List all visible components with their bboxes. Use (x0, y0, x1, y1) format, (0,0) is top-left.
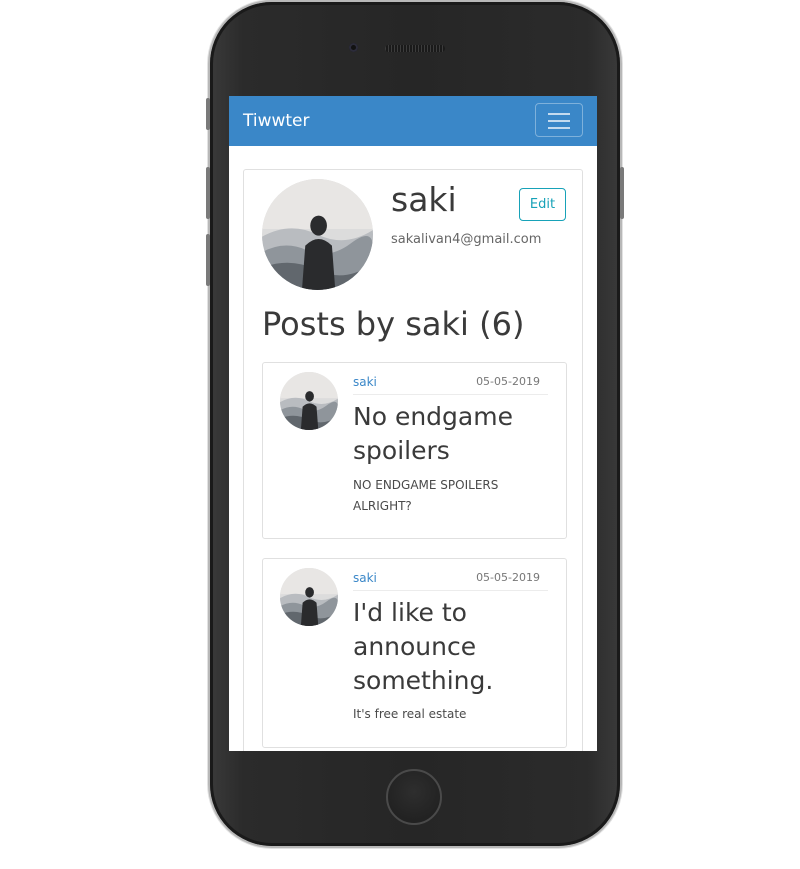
camera-icon (349, 43, 358, 52)
brand-link[interactable]: Tiwwter (243, 111, 310, 131)
profile-card: saki sakalivan4@gmail.com Edit Posts by … (243, 169, 583, 751)
post-meta: saki 05-05-2019 (353, 568, 548, 591)
edit-profile-button[interactable]: Edit (519, 188, 566, 221)
post-title: No endgame spoilers (353, 402, 513, 465)
navbar: Tiwwter (229, 96, 597, 146)
profile-username: saki (391, 180, 457, 219)
posts-heading: Posts by saki (6) (262, 305, 525, 343)
silent-switch (206, 98, 210, 130)
post-body: It's free real estate (353, 707, 467, 721)
post-card: saki 05-05-2019 I'd like to announce som… (262, 558, 567, 748)
volume-down-button (206, 234, 210, 286)
home-button[interactable] (386, 769, 442, 825)
navbar-toggler-button[interactable] (535, 103, 583, 137)
hamburger-menu-icon (548, 113, 570, 115)
post-body: NO ENDGAME SPOILERS ALRIGHT? (353, 478, 499, 513)
post-author-link[interactable]: saki (353, 571, 377, 585)
volume-up-button (206, 167, 210, 219)
post-date: 05-05-2019 (476, 571, 540, 584)
post-date: 05-05-2019 (476, 375, 540, 388)
phone-screen: Tiwwter saki sakalivan4@gmail.com Edit P… (229, 96, 597, 751)
profile-avatar (262, 179, 373, 290)
post-author-avatar (280, 372, 338, 430)
post-title: I'd like to announce something. (353, 598, 494, 695)
post-card: saki 05-05-2019 No endgame spoilers NO E… (262, 362, 567, 539)
post-author-avatar (280, 568, 338, 626)
power-button (620, 167, 624, 219)
phone-frame: Tiwwter saki sakalivan4@gmail.com Edit P… (206, 2, 624, 846)
post-author-link[interactable]: saki (353, 375, 377, 389)
profile-email: sakalivan4@gmail.com (391, 232, 542, 247)
speaker-grille (385, 45, 445, 52)
post-meta: saki 05-05-2019 (353, 372, 548, 395)
